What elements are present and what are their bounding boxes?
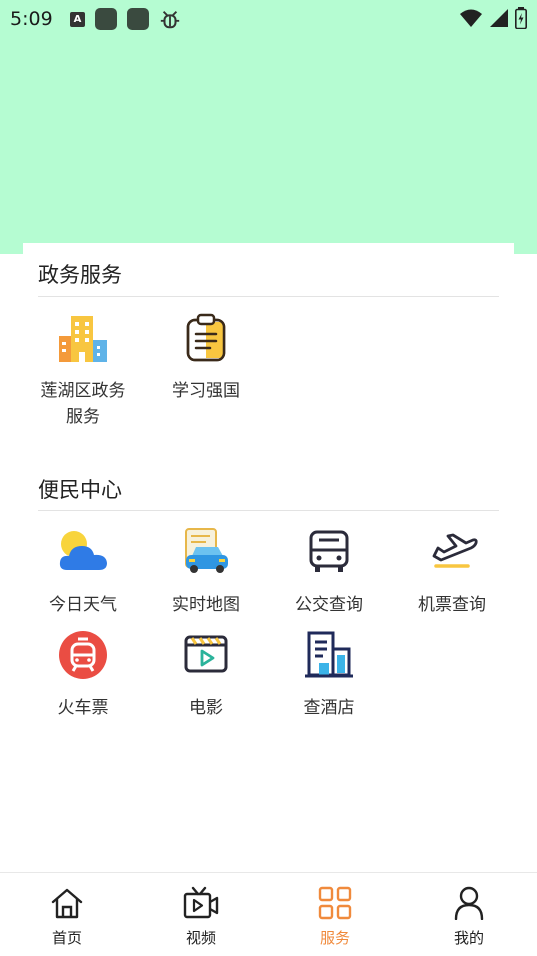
a-badge-icon: A [70,11,85,27]
service-label: 电影 [189,698,223,718]
bottom-tab-bar: 首页 视频 服务 我的 [0,872,537,956]
section-title-convenience: 便民中心 [38,478,122,502]
tab-services[interactable]: 服务 [268,873,402,956]
tab-label: 首页 [51,929,82,947]
section-title-government: 政务服务 [38,263,122,287]
service-lianhu-government[interactable]: 莲湖区政务服务 [28,312,138,430]
top-banner [0,38,537,254]
signal-icon [490,9,508,27]
home-icon [49,885,85,921]
service-bus-query[interactable]: 公交查询 [274,526,384,618]
service-label: 公交查询 [295,595,363,615]
movie-icon [180,629,232,681]
status-bar: 5:09 A [0,0,537,38]
service-label: 学习强国 [172,381,240,401]
clipboard-icon [180,312,232,364]
buildings-icon [57,312,109,364]
service-label: 莲湖区政务服务 [40,381,126,427]
tab-label: 视频 [185,929,216,947]
section-divider [38,510,499,511]
section-divider [38,296,499,297]
service-label: 机票查询 [418,595,486,615]
train-icon [57,629,109,681]
service-label: 火车票 [57,698,109,718]
app-square-icon [127,8,149,30]
video-icon [183,885,219,921]
system-icons [459,7,527,29]
car-map-icon [180,526,232,578]
service-train-ticket[interactable]: 火车票 [28,629,138,721]
tab-label: 我的 [453,929,484,947]
service-live-map[interactable]: 实时地图 [151,526,261,618]
airplane-icon [426,526,478,578]
service-movie[interactable]: 电影 [151,629,261,721]
weather-icon [57,526,109,578]
service-xuexi-qiangguo[interactable]: 学习强国 [151,312,261,404]
tab-mine[interactable]: 我的 [402,873,536,956]
notification-icons: A [70,8,181,30]
status-time: 5:09 [10,8,53,30]
hotel-icon [303,629,355,681]
user-icon [451,885,487,921]
tab-label: 服务 [319,929,350,947]
service-hotel[interactable]: 查酒店 [274,629,384,721]
tab-home[interactable]: 首页 [0,873,134,956]
service-label: 今日天气 [49,595,117,615]
bug-icon [160,11,180,29]
tab-video[interactable]: 视频 [134,873,268,956]
service-weather[interactable]: 今日天气 [28,526,138,618]
service-label: 查酒店 [303,698,355,718]
bus-icon [303,526,355,578]
service-label: 实时地图 [172,595,240,615]
battery-icon [515,7,527,29]
app-square-icon [95,8,117,30]
grid-icon [317,885,353,921]
wifi-icon [460,9,482,27]
service-flight-query[interactable]: 机票查询 [397,526,507,618]
